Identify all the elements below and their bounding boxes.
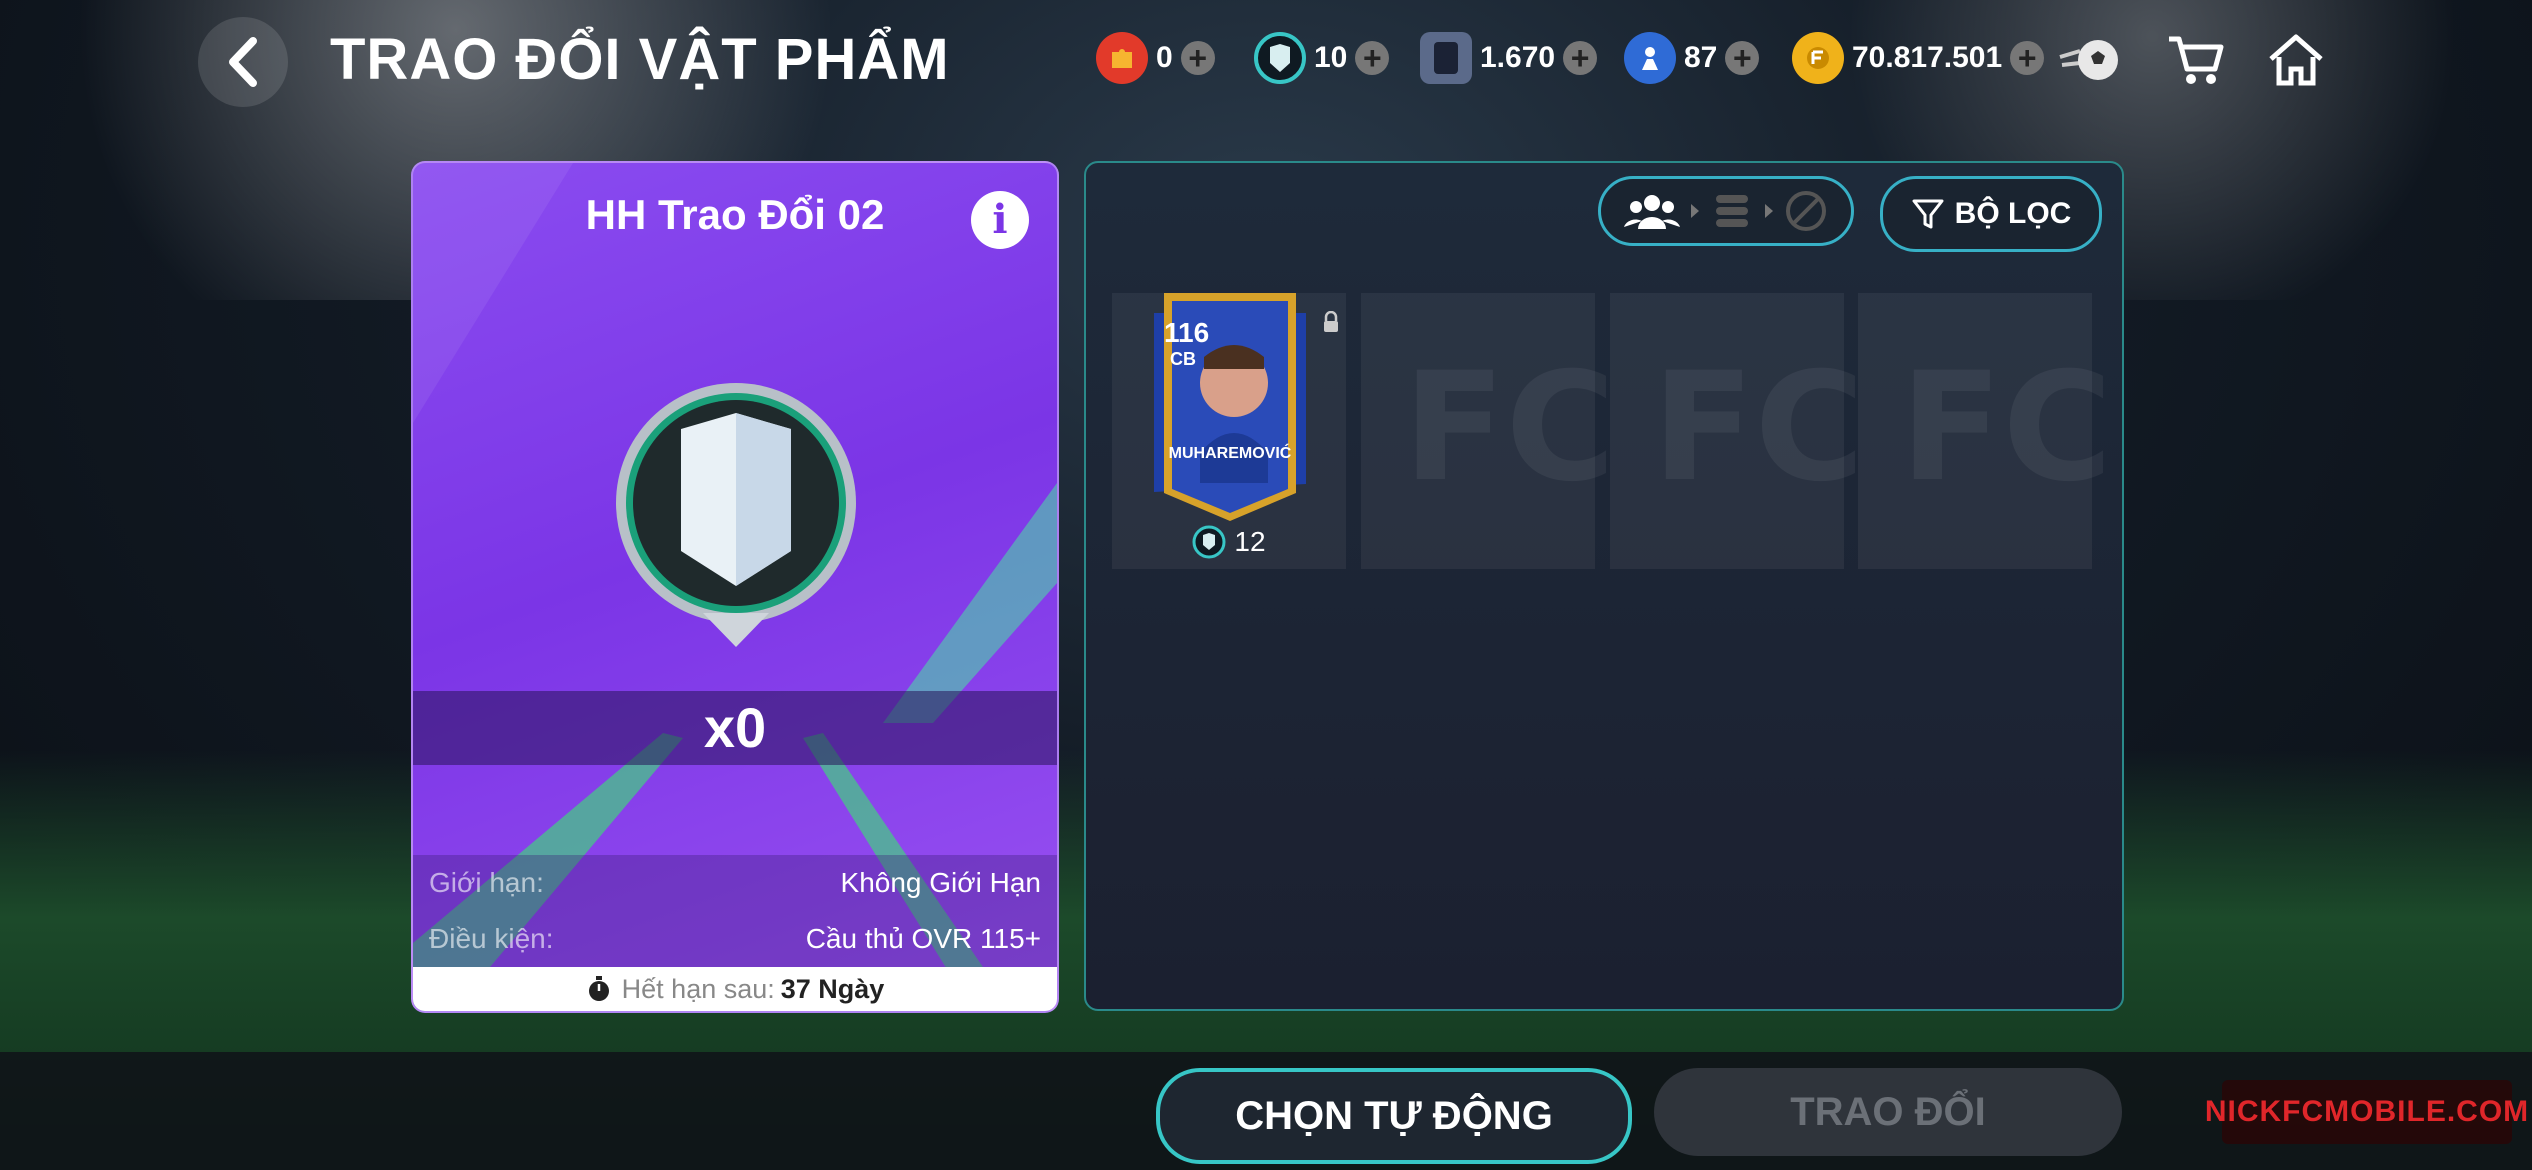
trade-button[interactable]: TRAO ĐỔI (1654, 1068, 2122, 1156)
expiry-value: 37 Ngày (780, 973, 885, 1004)
currency-exchange: 10 + (1254, 28, 1390, 88)
stopwatch-icon (588, 976, 609, 1001)
currency-card: 1.670 + (1420, 28, 1598, 88)
add-card-button[interactable]: + (1563, 41, 1598, 75)
add-fc-coin-button[interactable]: + (2010, 41, 2045, 75)
exchange-item-card: HH Trao Đổi 02 i x0 Giới hạn: Không Giới… (411, 161, 1059, 1013)
player-rating: 116 (1164, 317, 1210, 348)
watermark: NICKFCMOBILE.COM (2205, 1080, 2528, 1144)
card-token-icon (1420, 32, 1472, 84)
currency-player-value: 87 (1684, 41, 1718, 74)
player-slot-empty[interactable]: FC (1361, 293, 1616, 569)
reserve-stack-icon (1715, 195, 1748, 227)
condition-row: Điều kiện: Cầu thủ OVR 115+ (413, 911, 1057, 967)
expiry-bar: Hết hạn sau: 37 Ngày (413, 967, 1057, 1011)
player-exchange-count: 12 (1234, 526, 1266, 557)
player-position: CB (1170, 349, 1196, 369)
player-name: MUHAREMOVIĆ (1168, 445, 1292, 462)
fc-coin-icon (1792, 32, 1844, 84)
no-sell-icon (1786, 191, 1827, 231)
add-exchange-button[interactable]: + (1355, 41, 1390, 75)
filter-button[interactable]: BỘ LỌC (1880, 176, 2102, 252)
info-button[interactable]: i (971, 191, 1029, 249)
limit-value: Không Giới Hạn (840, 867, 1041, 898)
player-token-icon (1624, 32, 1676, 84)
lock-icon (1324, 311, 1338, 332)
currency-puzzle-value: 0 (1156, 41, 1173, 74)
add-puzzle-button[interactable]: + (1180, 41, 1215, 75)
chevron-right-icon (1765, 204, 1774, 218)
fc-logo-placeholder-icon: FC (1403, 341, 1616, 515)
card-title: HH Trao Đổi 02 (585, 191, 885, 238)
currency-fc-coin: 70.817.501 + (1792, 28, 2045, 88)
currency-puzzle: 0 + (1096, 28, 1215, 88)
home-icon[interactable] (2264, 30, 2328, 90)
filter-funnel-icon (1912, 199, 1944, 229)
currency-card-value: 1.670 (1480, 41, 1556, 74)
add-player-token-button[interactable]: + (1725, 41, 1760, 75)
expiry-label: Hết hạn sau: (621, 973, 775, 1004)
limit-label: Giới hạn: (429, 867, 544, 898)
player-selection-panel (1084, 161, 2124, 1011)
fc-logo-placeholder-icon: FC (1652, 341, 1865, 515)
exchange-shield-icon (1254, 32, 1306, 84)
puzzle-token-icon (1096, 32, 1148, 84)
shop-cart-icon[interactable] (2164, 30, 2228, 90)
squad-icon (1623, 195, 1680, 229)
back-button[interactable] (198, 17, 288, 107)
filter-label: BỘ LỌC (1954, 197, 2072, 230)
card-details: Giới hạn: Không Giới Hạn Điều kiện: Cầu … (413, 855, 1057, 967)
football-icon[interactable] (2058, 30, 2122, 90)
currency-player: 87 + (1624, 28, 1760, 88)
quantity-label: x0 (413, 691, 1057, 765)
condition-value: Cầu thủ OVR 115+ (805, 923, 1041, 954)
exchange-shield-icon (1192, 525, 1226, 559)
currency-exchange-value: 10 (1314, 41, 1348, 74)
limit-row: Giới hạn: Không Giới Hạn (413, 855, 1057, 911)
player-slot-empty[interactable]: FC (1858, 293, 2113, 569)
exchange-shield-emblem-icon (616, 383, 856, 647)
chevron-left-icon (229, 37, 257, 87)
player-slot-empty[interactable]: FC (1610, 293, 1865, 569)
page-title: TRAO ĐỔI VẬT PHẨM (330, 27, 950, 92)
player-exchange-value: 12 (1112, 525, 1346, 559)
fc-logo-placeholder-icon: FC (1900, 341, 2113, 515)
player-slot-filled[interactable]: 116 CB MUHAREMOVIĆ 12 (1112, 293, 1346, 569)
source-toggle[interactable] (1598, 176, 1854, 246)
auto-select-button[interactable]: CHỌN TỰ ĐỘNG (1156, 1068, 1632, 1164)
chevron-right-icon (1690, 204, 1699, 218)
currency-fc-coin-value: 70.817.501 (1852, 41, 2003, 74)
condition-label: Điều kiện: (429, 923, 554, 954)
